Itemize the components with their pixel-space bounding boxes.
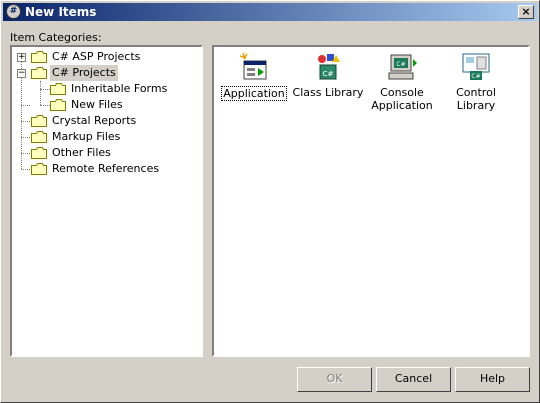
tree-item-markup-files[interactable]: Markup Files [12, 129, 201, 145]
ok-button[interactable]: OK [297, 367, 372, 392]
category-tree[interactable]: + C# ASP Projects − C# Projects Inherita… [10, 45, 203, 357]
folder-icon [31, 115, 47, 127]
tree-item-label: C# Projects [50, 65, 118, 81]
tree-item-label: C# ASP Projects [52, 50, 141, 63]
tree-item-new-files[interactable]: New Files [12, 97, 201, 113]
application-icon [239, 52, 267, 80]
close-button[interactable]: × [518, 5, 534, 19]
template-label: Control Library [456, 86, 496, 112]
folder-icon [50, 83, 66, 95]
template-console-application[interactable]: C# Console Application [362, 51, 442, 112]
svg-text:C#: C# [471, 73, 480, 80]
tree-item-crystal-reports[interactable]: Crystal Reports [12, 113, 201, 129]
folder-icon [31, 163, 47, 175]
tree-item-other-files[interactable]: Other Files [12, 145, 201, 161]
help-button[interactable]: Help [455, 367, 530, 392]
tree-item-label: Markup Files [52, 130, 121, 143]
title-bar[interactable]: # New Items × [3, 3, 537, 21]
template-label: Application [221, 86, 287, 101]
expand-icon[interactable]: + [17, 53, 26, 62]
app-icon: # [6, 4, 21, 19]
svg-text:C#: C# [396, 61, 405, 68]
console-application-icon: C# [388, 54, 417, 80]
collapse-icon[interactable]: − [17, 69, 26, 78]
tree-item-label: New Files [71, 98, 123, 111]
template-label: Console Application [371, 86, 433, 112]
template-class-library[interactable]: C# Class Library [288, 51, 368, 99]
dialog-title: New Items [25, 5, 97, 19]
folder-icon [31, 147, 47, 159]
tree-item-label: Inheritable Forms [71, 82, 168, 95]
tree-item-csharp-asp-projects[interactable]: + C# ASP Projects [12, 49, 201, 65]
folder-open-icon [31, 67, 47, 79]
folder-icon [31, 131, 47, 143]
cancel-button[interactable]: Cancel [376, 367, 451, 392]
template-list[interactable]: Application C# Class Library C# Console … [212, 45, 530, 357]
tree-item-remote-references[interactable]: Remote References [12, 161, 201, 177]
template-application[interactable]: Application [214, 51, 294, 101]
tree-item-label: Other Files [52, 146, 111, 159]
svg-text:C#: C# [323, 70, 334, 78]
template-label: Class Library [292, 86, 364, 99]
item-categories-label: Item Categories: [10, 31, 102, 44]
folder-icon [31, 51, 47, 63]
tree-item-csharp-projects[interactable]: − C# Projects [12, 65, 201, 81]
template-control-library[interactable]: C# Control Library [436, 51, 516, 112]
folder-icon [50, 99, 66, 111]
class-library-icon: C# [318, 54, 340, 80]
tree-item-inheritable-forms[interactable]: Inheritable Forms [12, 81, 201, 97]
control-library-icon: C# [462, 53, 490, 80]
tree-item-label: Crystal Reports [52, 114, 137, 127]
tree-item-label: Remote References [52, 162, 160, 175]
